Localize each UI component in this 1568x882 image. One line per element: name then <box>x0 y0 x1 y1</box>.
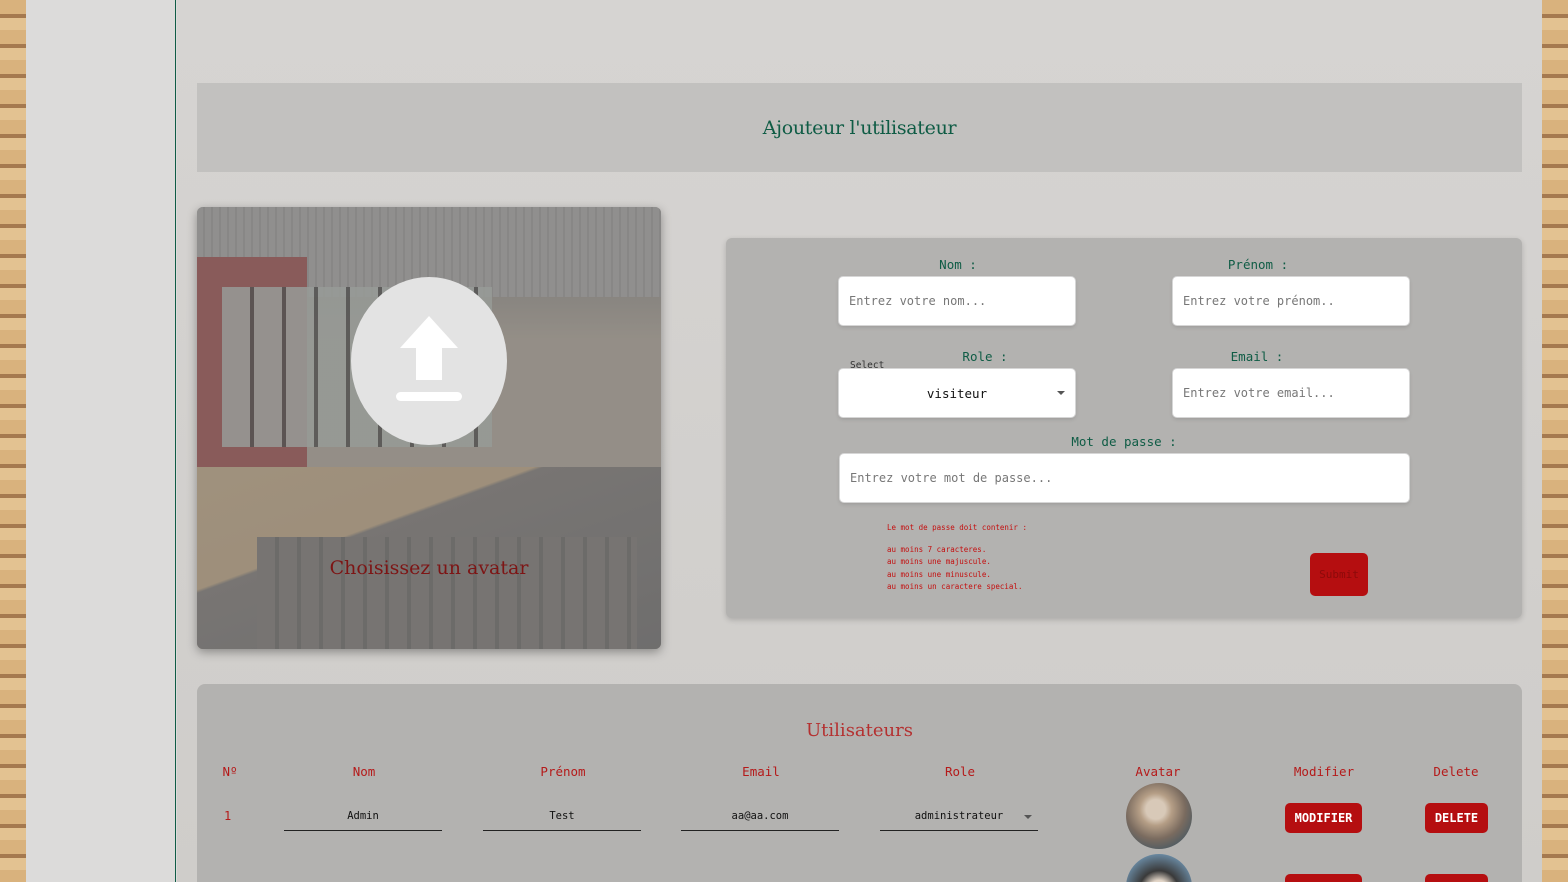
column-header-role: Role <box>944 764 976 779</box>
password-rules-intro: Le mot de passe doit contenir : <box>887 523 1027 532</box>
users-table-card: Utilisateurs Nº Nom Prénom Email Role Av… <box>197 684 1522 882</box>
column-header-delete: Delete <box>1433 764 1479 779</box>
row-role-value: administrateur <box>914 810 1004 822</box>
submit-button[interactable]: Submit <box>1310 553 1368 596</box>
row-role-select[interactable]: administrateur <box>880 805 1038 831</box>
users-title: Utilisateurs <box>806 720 913 741</box>
upload-button[interactable] <box>351 277 507 445</box>
column-header-modifier: Modifier <box>1293 764 1355 779</box>
sidebar <box>26 0 176 882</box>
page-title: Ajouteur l'utilisateur <box>762 116 957 139</box>
prenom-label: Prénom : <box>1227 257 1289 272</box>
add-user-header: Ajouteur l'utilisateur <box>197 83 1522 172</box>
avatar <box>1126 854 1192 882</box>
column-header-email: Email <box>742 764 780 779</box>
avatar <box>1126 783 1192 849</box>
choose-avatar-label: Choisissez un avatar <box>329 557 529 579</box>
chevron-down-icon <box>1024 815 1032 819</box>
role-select-value: visiteur <box>926 385 988 401</box>
background-city-right <box>1538 0 1568 882</box>
role-label: Role : <box>962 349 1008 364</box>
row-nom-input[interactable]: Admin <box>284 805 442 831</box>
row-prenom-input[interactable]: Test <box>483 805 641 831</box>
password-rule: au moins 7 caracteres. <box>887 544 987 554</box>
upload-icon <box>394 316 464 406</box>
column-header-num: Nº <box>222 764 238 779</box>
nom-label: Nom : <box>939 257 977 272</box>
chevron-down-icon <box>1057 391 1065 395</box>
main-content: Ajouteur l'utilisateur Choisissez un ava… <box>177 0 1542 882</box>
modify-button-partial[interactable] <box>1285 874 1362 882</box>
password-rule: au moins une minuscule. <box>887 569 991 579</box>
password-rule: au moins un caractere special. <box>887 582 1023 591</box>
email-label: Email : <box>1230 349 1284 364</box>
role-select[interactable]: visiteur <box>839 369 1075 417</box>
avatar-picker[interactable]: Choisissez un avatar <box>197 207 661 649</box>
page: Ajouteur l'utilisateur Choisissez un ava… <box>26 0 1542 882</box>
row-number: 1 <box>224 809 232 823</box>
user-form: Nom : Prénom : Role : Select visiteur Em… <box>726 238 1522 618</box>
delete-button-partial[interactable] <box>1425 874 1488 882</box>
password-input[interactable] <box>840 454 1409 502</box>
password-rule: au moins une majuscule. <box>887 557 991 566</box>
row-email-input[interactable]: aa@aa.com <box>681 805 839 831</box>
password-rules: Le mot de passe doit contenir : au moins… <box>887 522 1027 594</box>
email-input[interactable] <box>1173 369 1409 417</box>
column-header-prenom: Prénom <box>540 764 586 779</box>
prenom-input[interactable] <box>1173 277 1409 325</box>
column-header-avatar: Avatar <box>1135 764 1181 779</box>
nom-input[interactable] <box>839 277 1075 325</box>
modify-button[interactable]: MODIFIER <box>1285 803 1362 833</box>
password-label: Mot de passe : <box>1071 434 1177 449</box>
column-header-nom: Nom <box>352 764 376 779</box>
delete-button[interactable]: DELETE <box>1425 803 1488 833</box>
